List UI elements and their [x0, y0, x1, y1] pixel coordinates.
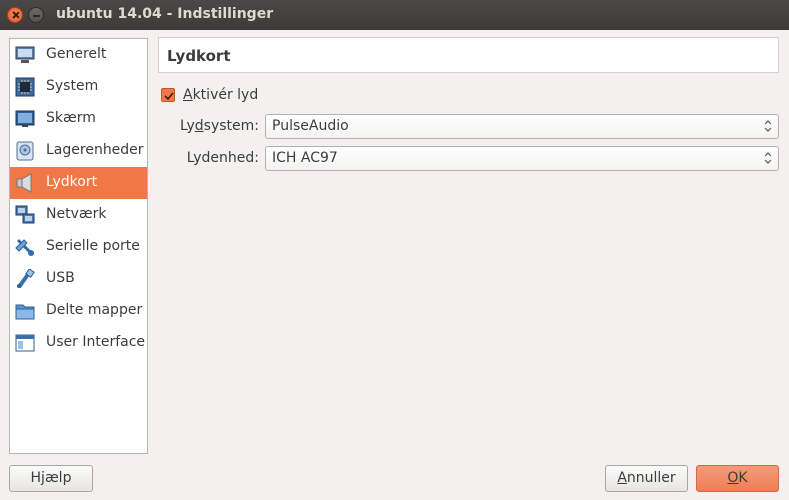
- sidebar-item-label: Skærm: [46, 110, 96, 126]
- sidebar-item-label: Lydkort: [46, 174, 98, 190]
- sidebar-item-system[interactable]: System: [10, 71, 147, 103]
- sidebar-item-serielle-porte[interactable]: Serielle porte: [10, 231, 147, 263]
- section-title: Lydkort: [167, 47, 231, 65]
- audio-driver-select[interactable]: PulseAudio: [265, 114, 779, 139]
- sidebar-item-label: Delte mapper: [46, 302, 143, 318]
- sidebar-item-label: Lagerenheder: [46, 142, 144, 158]
- ok-button[interactable]: OK: [696, 465, 779, 492]
- chip-icon: [15, 77, 35, 97]
- audio-device-label: Lydenhed:: [186, 150, 259, 166]
- audio-driver-value: PulseAudio: [272, 118, 349, 134]
- close-window-button[interactable]: [7, 7, 23, 23]
- monitor-icon: [15, 45, 35, 65]
- window-icon: [15, 333, 35, 353]
- folder-icon: [15, 301, 35, 321]
- audio-device-select[interactable]: ICH AC97: [265, 146, 779, 171]
- settings-sidebar: Generelt System Skærm Lagerenheder Lydko…: [9, 38, 148, 454]
- sidebar-item-label: User Interface: [46, 334, 146, 350]
- network-icon: [15, 205, 35, 225]
- sidebar-item-netvaerk[interactable]: Netværk: [10, 199, 147, 231]
- sidebar-item-lagerenheder[interactable]: Lagerenheder: [10, 135, 147, 167]
- sidebar-item-lydkort[interactable]: Lydkort: [10, 167, 147, 199]
- sidebar-item-generelt[interactable]: Generelt: [10, 39, 147, 71]
- usb-icon: [15, 268, 35, 289]
- updown-arrow-icon: [764, 152, 772, 164]
- sidebar-item-user-interface[interactable]: User Interface: [10, 327, 147, 359]
- audio-device-value: ICH AC97: [272, 150, 338, 166]
- enable-audio-label[interactable]: Aktivér lyd: [183, 87, 258, 103]
- section-header: Lydkort: [158, 37, 779, 73]
- audio-driver-label: Lydsystem:: [179, 118, 259, 134]
- title-bar: ubuntu 14.04 - Indstillinger: [0, 0, 789, 30]
- window-title: ubuntu 14.04 - Indstillinger: [56, 6, 274, 22]
- minimize-window-button[interactable]: [28, 7, 44, 23]
- sidebar-item-usb[interactable]: USB: [10, 263, 147, 295]
- cancel-button[interactable]: Annuller: [605, 465, 688, 492]
- sidebar-item-label: USB: [46, 270, 75, 286]
- sidebar-item-skaerm[interactable]: Skærm: [10, 103, 147, 135]
- speaker-icon: [15, 173, 35, 193]
- sidebar-item-delte-mapper[interactable]: Delte mapper: [10, 295, 147, 327]
- updown-arrow-icon: [764, 120, 772, 132]
- help-button[interactable]: Hjælp: [9, 465, 93, 492]
- display-icon: [15, 109, 35, 129]
- enable-audio-checkbox[interactable]: [161, 88, 175, 102]
- disk-icon: [15, 141, 35, 161]
- sidebar-item-label: Serielle porte: [46, 238, 140, 254]
- sidebar-item-label: Generelt: [46, 46, 107, 62]
- sidebar-item-label: Netværk: [46, 206, 107, 222]
- checkmark-icon: [164, 92, 174, 101]
- serial-port-icon: [15, 237, 35, 257]
- sidebar-item-label: System: [46, 78, 99, 94]
